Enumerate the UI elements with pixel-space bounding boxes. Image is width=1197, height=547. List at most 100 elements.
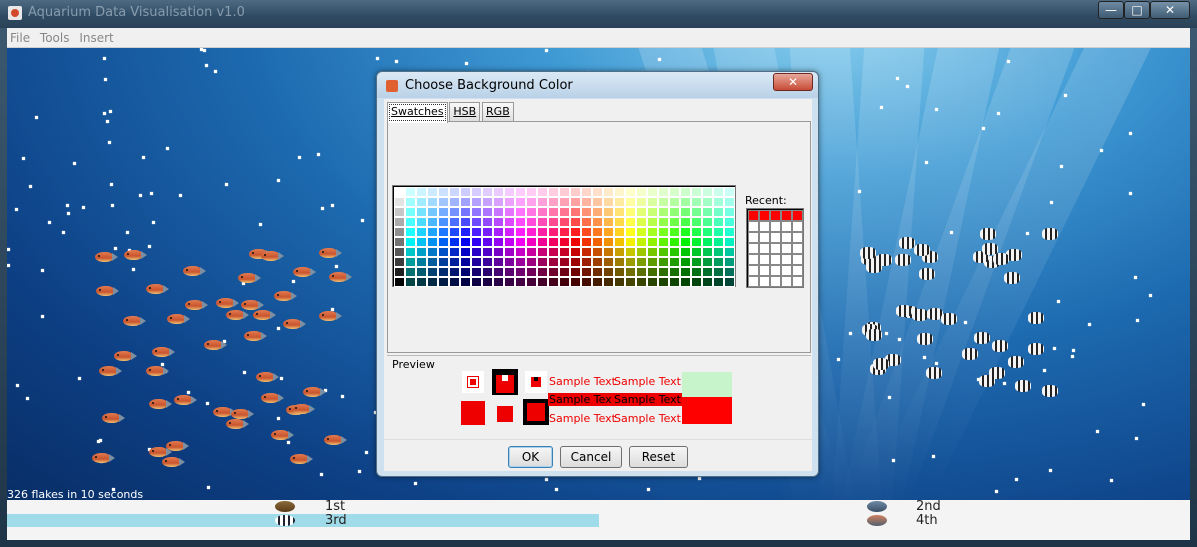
color-swatch[interactable]: [669, 247, 680, 257]
color-swatch[interactable]: [460, 197, 471, 207]
color-swatch[interactable]: [614, 267, 625, 277]
color-swatch[interactable]: [493, 257, 504, 267]
color-swatch[interactable]: [548, 237, 559, 247]
color-swatch[interactable]: [581, 277, 592, 287]
color-swatch[interactable]: [581, 217, 592, 227]
color-swatch[interactable]: [515, 197, 526, 207]
color-swatch[interactable]: [658, 197, 669, 207]
color-swatch[interactable]: [614, 257, 625, 267]
color-swatch[interactable]: [559, 247, 570, 257]
color-swatch[interactable]: [724, 247, 735, 257]
color-swatch[interactable]: [471, 197, 482, 207]
color-swatch[interactable]: [570, 257, 581, 267]
dialog-title-bar[interactable]: Choose Background Color ✕: [377, 72, 818, 98]
color-swatch[interactable]: [537, 247, 548, 257]
color-swatch[interactable]: [581, 197, 592, 207]
close-button[interactable]: ✕: [1150, 1, 1190, 19]
color-swatch[interactable]: [515, 257, 526, 267]
color-swatch[interactable]: [713, 197, 724, 207]
color-swatch[interactable]: [669, 237, 680, 247]
color-swatch[interactable]: [636, 277, 647, 287]
color-swatch[interactable]: [416, 267, 427, 277]
color-swatch[interactable]: [460, 247, 471, 257]
color-swatch[interactable]: [471, 227, 482, 237]
color-swatch[interactable]: [394, 267, 405, 277]
color-swatch[interactable]: [658, 187, 669, 197]
menu-file[interactable]: File: [7, 28, 33, 48]
color-swatch[interactable]: [724, 207, 735, 217]
color-swatch[interactable]: [603, 217, 614, 227]
menu-tools[interactable]: Tools: [37, 28, 73, 48]
color-swatch[interactable]: [713, 227, 724, 237]
recent-swatch[interactable]: [781, 210, 792, 221]
color-swatch[interactable]: [625, 227, 636, 237]
color-swatch[interactable]: [471, 277, 482, 287]
color-swatch[interactable]: [559, 277, 570, 287]
color-swatch[interactable]: [724, 227, 735, 237]
color-swatch[interactable]: [548, 257, 559, 267]
color-swatch[interactable]: [647, 257, 658, 267]
color-swatch[interactable]: [504, 227, 515, 237]
color-swatch[interactable]: [691, 217, 702, 227]
color-swatch[interactable]: [460, 227, 471, 237]
color-swatch[interactable]: [416, 247, 427, 257]
recent-swatch[interactable]: [781, 221, 792, 232]
color-swatch[interactable]: [691, 247, 702, 257]
recent-swatch[interactable]: [748, 210, 759, 221]
color-swatch[interactable]: [559, 187, 570, 197]
color-swatch[interactable]: [471, 247, 482, 257]
color-swatch[interactable]: [515, 217, 526, 227]
maximize-button[interactable]: □: [1124, 1, 1150, 19]
recent-swatch[interactable]: [792, 210, 803, 221]
color-swatch[interactable]: [636, 187, 647, 197]
color-swatch[interactable]: [515, 187, 526, 197]
color-swatch[interactable]: [427, 247, 438, 257]
color-swatch[interactable]: [449, 217, 460, 227]
color-swatch[interactable]: [658, 237, 669, 247]
recent-swatch[interactable]: [748, 254, 759, 265]
color-swatch[interactable]: [669, 257, 680, 267]
color-swatch[interactable]: [581, 247, 592, 257]
recent-swatch[interactable]: [748, 265, 759, 276]
color-swatch[interactable]: [592, 187, 603, 197]
color-swatch[interactable]: [614, 227, 625, 237]
color-swatch[interactable]: [625, 207, 636, 217]
color-swatch[interactable]: [702, 227, 713, 237]
color-swatch[interactable]: [625, 237, 636, 247]
color-swatch[interactable]: [405, 257, 416, 267]
color-swatch[interactable]: [394, 227, 405, 237]
color-swatch[interactable]: [713, 207, 724, 217]
recent-swatch[interactable]: [770, 232, 781, 243]
color-swatch[interactable]: [702, 237, 713, 247]
color-swatch[interactable]: [570, 207, 581, 217]
color-swatch[interactable]: [603, 207, 614, 217]
recent-swatch[interactable]: [792, 221, 803, 232]
recent-swatch[interactable]: [770, 254, 781, 265]
reset-button[interactable]: Reset: [629, 446, 688, 468]
color-swatch[interactable]: [570, 277, 581, 287]
color-swatch[interactable]: [504, 257, 515, 267]
color-swatch[interactable]: [680, 237, 691, 247]
color-swatch[interactable]: [416, 197, 427, 207]
color-swatch[interactable]: [526, 197, 537, 207]
color-swatch[interactable]: [515, 267, 526, 277]
color-swatch[interactable]: [449, 227, 460, 237]
color-swatch[interactable]: [537, 257, 548, 267]
color-swatch[interactable]: [625, 267, 636, 277]
color-swatch[interactable]: [647, 197, 658, 207]
color-swatch[interactable]: [647, 207, 658, 217]
color-swatch[interactable]: [713, 247, 724, 257]
color-swatch[interactable]: [669, 207, 680, 217]
recent-swatch[interactable]: [770, 210, 781, 221]
color-swatch[interactable]: [614, 207, 625, 217]
color-swatch[interactable]: [394, 217, 405, 227]
color-swatch[interactable]: [427, 187, 438, 197]
color-swatch[interactable]: [482, 267, 493, 277]
recent-swatch[interactable]: [792, 254, 803, 265]
color-swatch[interactable]: [581, 257, 592, 267]
color-swatch[interactable]: [438, 217, 449, 227]
color-swatch[interactable]: [581, 267, 592, 277]
color-swatch[interactable]: [669, 187, 680, 197]
color-swatch[interactable]: [658, 207, 669, 217]
recent-swatch[interactable]: [781, 243, 792, 254]
